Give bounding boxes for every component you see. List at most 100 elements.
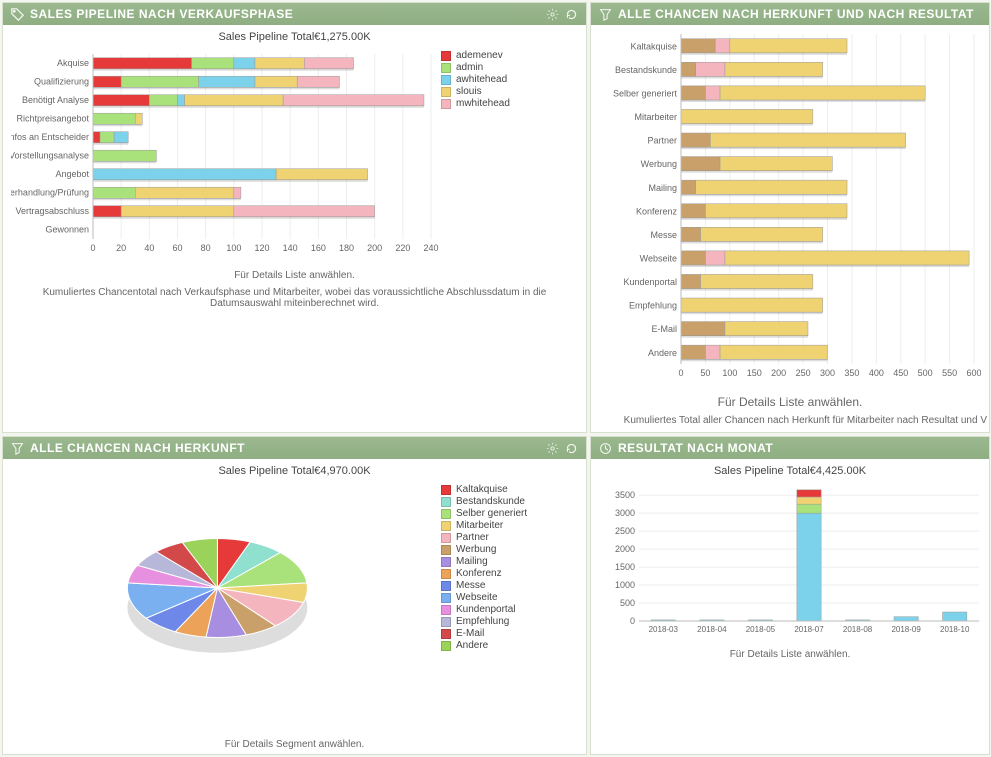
svg-text:250: 250 (796, 368, 811, 378)
svg-text:3500: 3500 (615, 490, 635, 500)
legend-swatch (441, 617, 451, 627)
chart-xlabel: Für Details Liste anwählen. (591, 647, 989, 664)
svg-text:0: 0 (630, 616, 635, 626)
legend-swatch (441, 581, 451, 591)
svg-text:50: 50 (700, 368, 710, 378)
svg-text:1000: 1000 (615, 580, 635, 590)
stage-bar-chart[interactable]: 020406080100120140160180200220240Akquise… (11, 49, 441, 264)
legend-item[interactable]: Selber generiert (441, 508, 527, 519)
legend-item[interactable]: slouis (441, 86, 510, 97)
svg-text:Bestandskunde: Bestandskunde (615, 65, 677, 75)
legend-label: admin (456, 62, 483, 73)
legend-swatch (441, 51, 451, 61)
legend-item[interactable]: E-Mail (441, 628, 527, 639)
svg-text:Vertragsabschluss: Vertragsabschluss (15, 206, 89, 216)
svg-text:160: 160 (311, 243, 326, 253)
svg-text:1500: 1500 (615, 562, 635, 572)
panel-header: SALES PIPELINE NACH VERKAUFSPHASE (3, 3, 586, 25)
panel-herkunft-resultat: ALLE CHANCEN NACH HERKUNFT UND NACH RESU… (590, 2, 990, 433)
legend-label: slouis (456, 86, 482, 97)
refresh-icon[interactable] (565, 442, 578, 455)
legend-item[interactable]: Konferenz (441, 568, 527, 579)
svg-text:120: 120 (254, 243, 269, 253)
legend-label: ademenev (456, 50, 503, 61)
legend-swatch (441, 569, 451, 579)
monat-bar-chart[interactable]: 05001000150020002500300035002018-032018-… (599, 483, 981, 643)
legend-label: awhitehead (456, 74, 507, 85)
legend-swatch (441, 497, 451, 507)
legend-label: Partner (456, 532, 489, 543)
legend-item[interactable]: mwhitehead (441, 98, 510, 109)
panel-footer: Kumuliertes Chancentotal nach Verkaufsph… (3, 285, 586, 315)
panel-resultat-monat: RESULTAT NACH MONAT Sales Pipeline Total… (590, 436, 990, 755)
legend-swatch (441, 509, 451, 519)
svg-text:200: 200 (771, 368, 786, 378)
chart-legend: ademenevadminawhiteheadslouismwhitehead (441, 49, 510, 110)
legend-item[interactable]: awhitehead (441, 74, 510, 85)
legend-swatch (441, 629, 451, 639)
legend-item[interactable]: Mailing (441, 556, 527, 567)
legend-item[interactable]: Kundenportal (441, 604, 527, 615)
svg-text:60: 60 (172, 243, 182, 253)
svg-text:300: 300 (820, 368, 835, 378)
chart-title: Sales Pipeline Total€4,970.00K (3, 459, 586, 479)
svg-text:180: 180 (339, 243, 354, 253)
svg-text:Verhandlung/Prüfung: Verhandlung/Prüfung (11, 188, 89, 198)
legend-label: Bestandskunde (456, 496, 525, 507)
svg-text:500: 500 (620, 598, 635, 608)
svg-text:2018-03: 2018-03 (649, 625, 679, 634)
legend-item[interactable]: Messe (441, 580, 527, 591)
svg-text:2018-05: 2018-05 (746, 625, 776, 634)
svg-text:Partner: Partner (647, 136, 677, 146)
chart-xlabel: Für Details Liste anwählen. (3, 268, 586, 285)
panel-pipeline-stage: SALES PIPELINE NACH VERKAUFSPHASE Sales … (2, 2, 587, 433)
herkunft-pie-chart[interactable] (11, 483, 441, 733)
legend-swatch (441, 99, 451, 109)
svg-text:240: 240 (423, 243, 438, 253)
refresh-icon[interactable] (565, 8, 578, 21)
legend-label: Mitarbeiter (456, 520, 503, 531)
svg-text:500: 500 (918, 368, 933, 378)
legend-item[interactable]: admin (441, 62, 510, 73)
svg-text:40: 40 (144, 243, 154, 253)
svg-text:Andere: Andere (648, 348, 677, 358)
svg-text:Vorstellungsanalyse: Vorstellungsanalyse (11, 151, 89, 161)
panel-herkunft: ALLE CHANCEN NACH HERKUNFT Sales Pipelin… (2, 436, 587, 755)
svg-text:20: 20 (116, 243, 126, 253)
legend-item[interactable]: Andere (441, 640, 527, 651)
funnel-icon (11, 442, 24, 455)
legend-item[interactable]: Partner (441, 532, 527, 543)
legend-swatch (441, 557, 451, 567)
legend-label: Kundenportal (456, 604, 516, 615)
svg-text:100: 100 (226, 243, 241, 253)
svg-text:140: 140 (283, 243, 298, 253)
legend-item[interactable]: ademenev (441, 50, 510, 61)
svg-text:100: 100 (722, 368, 737, 378)
gear-icon[interactable] (546, 8, 559, 21)
panel-title: RESULTAT NACH MONAT (618, 441, 981, 455)
svg-text:Werbung: Werbung (641, 159, 677, 169)
chart-xlabel: Für Details Liste anwählen. (591, 393, 989, 413)
legend-item[interactable]: Werbung (441, 544, 527, 555)
svg-text:Selber generiert: Selber generiert (613, 88, 678, 98)
legend-swatch (441, 593, 451, 603)
legend-swatch (441, 605, 451, 615)
herkunft-result-chart[interactable]: 050100150200250300350400450500550600Kalt… (599, 29, 981, 389)
legend-item[interactable]: Kaltakquise (441, 484, 527, 495)
legend-swatch (441, 63, 451, 73)
panel-header: RESULTAT NACH MONAT (591, 437, 989, 459)
svg-text:Messe: Messe (650, 230, 677, 240)
panel-header: ALLE CHANCEN NACH HERKUNFT UND NACH RESU… (591, 3, 989, 25)
gear-icon[interactable] (546, 442, 559, 455)
legend-item[interactable]: Webseite (441, 592, 527, 603)
panel-title: ALLE CHANCEN NACH HERKUNFT (30, 441, 540, 455)
legend-item[interactable]: Mitarbeiter (441, 520, 527, 531)
legend-item[interactable]: Bestandskunde (441, 496, 527, 507)
svg-text:2018-10: 2018-10 (940, 625, 970, 634)
svg-text:2018-09: 2018-09 (891, 625, 921, 634)
panel-footer: Kumuliertes Total aller Chancen nach Her… (591, 413, 989, 432)
legend-label: Werbung (456, 544, 496, 555)
svg-text:2500: 2500 (615, 526, 635, 536)
svg-text:550: 550 (942, 368, 957, 378)
legend-item[interactable]: Empfehlung (441, 616, 527, 627)
